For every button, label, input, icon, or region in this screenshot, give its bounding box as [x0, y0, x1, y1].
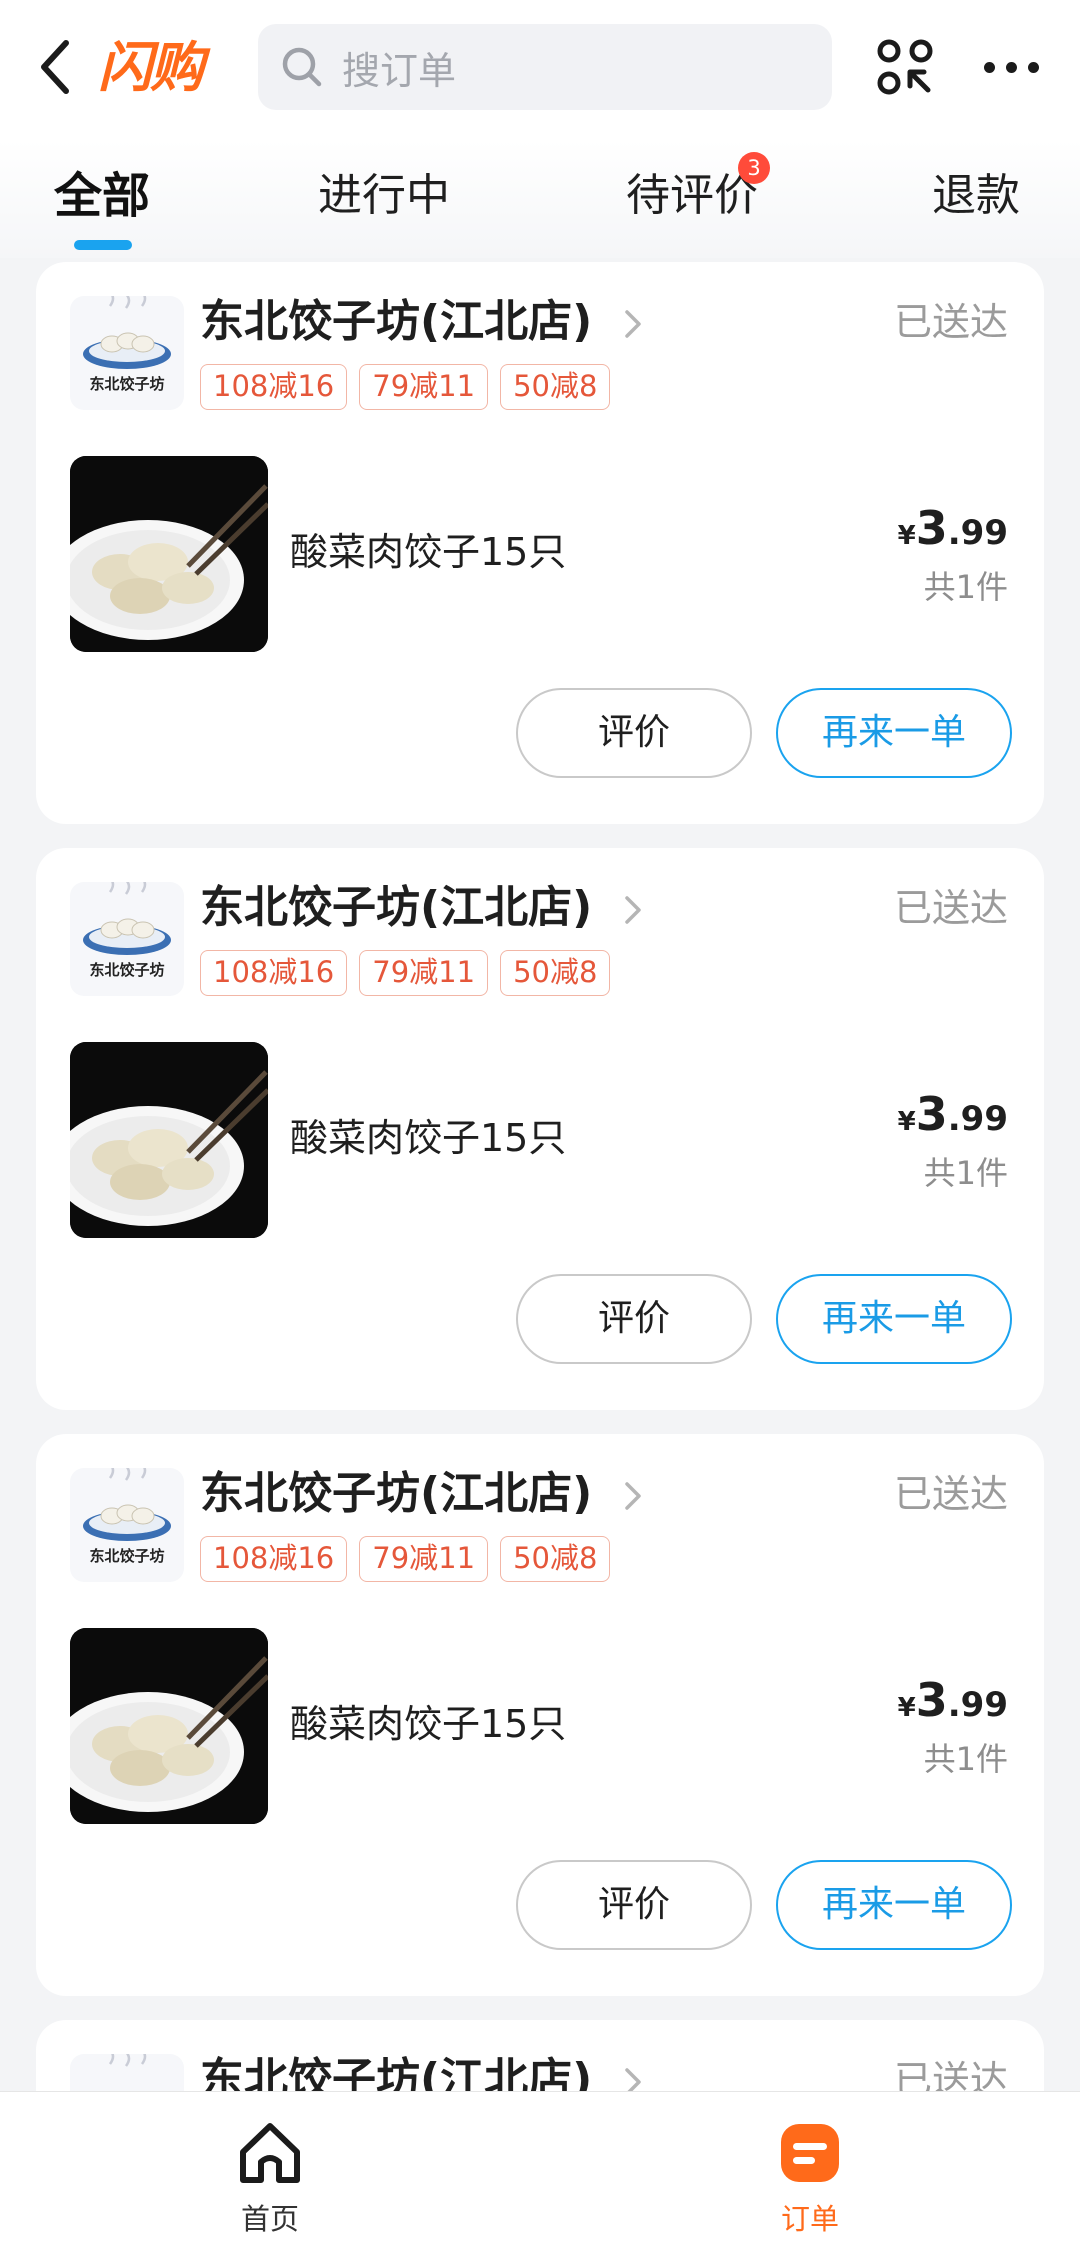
currency-symbol: ¥: [897, 1693, 916, 1723]
order-price: ¥3.99: [898, 1670, 1008, 1741]
search-placeholder: 搜订单: [342, 48, 457, 93]
promo-tags: 108减16 79减11 50减8: [200, 364, 611, 410]
more-options-button[interactable]: [972, 32, 1050, 102]
bottom-navigation: 首页 订单: [0, 2091, 1080, 2251]
order-status: 已送达: [893, 300, 1008, 344]
chevron-right-icon[interactable]: [620, 306, 646, 342]
store-logo[interactable]: 东北饺子坊: [70, 882, 184, 996]
store-logo-text: 东北饺子坊: [89, 961, 165, 979]
active-tab-indicator: [74, 240, 132, 250]
dumplings-photo-icon: [70, 456, 268, 652]
store-logo-text: 东北饺子坊: [89, 375, 165, 393]
nav-orders-label: 订单: [780, 2202, 839, 2236]
promo-tag: 50减8: [500, 950, 611, 996]
product-name: 酸菜肉饺子15只: [290, 530, 567, 574]
order-card[interactable]: 东北饺子坊 东北饺子坊(江北店) 已送达 108减16 79减11 50减8 酸…: [36, 1434, 1044, 1996]
store-name[interactable]: 东北饺子坊(江北店): [200, 1464, 592, 1524]
back-button[interactable]: [28, 32, 84, 102]
back-arrow-icon: [41, 40, 69, 94]
store-name[interactable]: 东北饺子坊(江北店): [200, 292, 592, 352]
item-count: 共1件: [923, 1740, 1008, 1778]
price-decimal: .99: [947, 513, 1008, 553]
order-card[interactable]: 东北饺子坊 东北饺子坊(江北店) 已送达 108减16 79减11 50减8 酸…: [36, 262, 1044, 824]
dumplings-photo-icon: [70, 1042, 268, 1238]
promo-tag: 108减16: [200, 950, 348, 996]
search-input[interactable]: 搜订单: [258, 24, 832, 110]
nav-home-label: 首页: [240, 2202, 299, 2236]
dumplings-photo-icon: [70, 1628, 268, 1824]
tab-refund[interactable]: 退款: [932, 166, 1020, 226]
order-tabs: 全部 进行中 待评价 3 退款: [0, 140, 1080, 258]
promo-tag: 79减11: [359, 364, 489, 410]
tab-all[interactable]: 全部: [54, 166, 150, 226]
price-integer: 3: [915, 1087, 948, 1141]
currency-symbol: ¥: [897, 1107, 916, 1137]
store-name[interactable]: 东北饺子坊(江北店): [200, 878, 592, 938]
scan-button[interactable]: [870, 32, 940, 102]
promo-tag: 108减16: [200, 1536, 348, 1582]
item-count: 共1件: [923, 1154, 1008, 1192]
product-image[interactable]: [70, 1042, 268, 1238]
order-card[interactable]: 东北饺子坊 东北饺子坊(江北店) 已送达 108减16 79减11 50减8 酸…: [36, 848, 1044, 1410]
app-logo: 闪购: [98, 36, 204, 99]
reorder-button[interactable]: 再来一单: [776, 1274, 1012, 1364]
scan-icon: [877, 39, 933, 95]
dumpling-plate-icon: [83, 882, 171, 955]
promo-tag: 50减8: [500, 1536, 611, 1582]
price-decimal: .99: [947, 1685, 1008, 1725]
dumpling-plate-icon: [83, 296, 171, 369]
top-bar: 闪购 搜订单: [0, 0, 1080, 140]
dot-icon: [983, 61, 995, 73]
price-decimal: .99: [947, 1099, 1008, 1139]
nav-orders[interactable]: 订单: [730, 2116, 890, 2236]
price-integer: 3: [915, 501, 948, 555]
promo-tag: 50减8: [500, 364, 611, 410]
tab-to-review[interactable]: 待评价: [626, 166, 758, 226]
store-logo[interactable]: 东北饺子坊: [70, 296, 184, 410]
orders-icon: [781, 2124, 839, 2182]
product-image[interactable]: [70, 456, 268, 652]
reorder-button[interactable]: 再来一单: [776, 1860, 1012, 1950]
dot-icon: [1027, 61, 1039, 73]
order-price: ¥3.99: [898, 498, 1008, 569]
product-name: 酸菜肉饺子15只: [290, 1702, 567, 1746]
review-button[interactable]: 评价: [516, 1274, 752, 1364]
item-count: 共1件: [923, 568, 1008, 606]
promo-tags: 108减16 79减11 50减8: [200, 950, 611, 996]
order-status: 已送达: [893, 886, 1008, 930]
nav-home[interactable]: 首页: [190, 2116, 350, 2236]
to-review-count-badge: 3: [738, 152, 770, 184]
tab-in-progress[interactable]: 进行中: [318, 166, 450, 226]
dot-icon: [1005, 61, 1017, 73]
chevron-right-icon[interactable]: [620, 1478, 646, 1514]
review-button[interactable]: 评价: [516, 1860, 752, 1950]
order-status: 已送达: [893, 1472, 1008, 1516]
review-button[interactable]: 评价: [516, 688, 752, 778]
promo-tags: 108减16 79减11 50减8: [200, 1536, 611, 1582]
dumpling-plate-icon: [83, 1468, 171, 1541]
promo-tag: 108减16: [200, 364, 348, 410]
reorder-button[interactable]: 再来一单: [776, 688, 1012, 778]
search-icon: [282, 47, 322, 87]
chevron-right-icon[interactable]: [620, 892, 646, 928]
order-price: ¥3.99: [898, 1084, 1008, 1155]
product-image[interactable]: [70, 1628, 268, 1824]
currency-symbol: ¥: [897, 521, 916, 551]
promo-tag: 79减11: [359, 950, 489, 996]
store-logo[interactable]: 东北饺子坊: [70, 1468, 184, 1582]
home-icon: [240, 2123, 300, 2183]
price-integer: 3: [915, 1673, 948, 1727]
promo-tag: 79减11: [359, 1536, 489, 1582]
product-name: 酸菜肉饺子15只: [290, 1116, 567, 1160]
store-logo-text: 东北饺子坊: [89, 1547, 165, 1565]
